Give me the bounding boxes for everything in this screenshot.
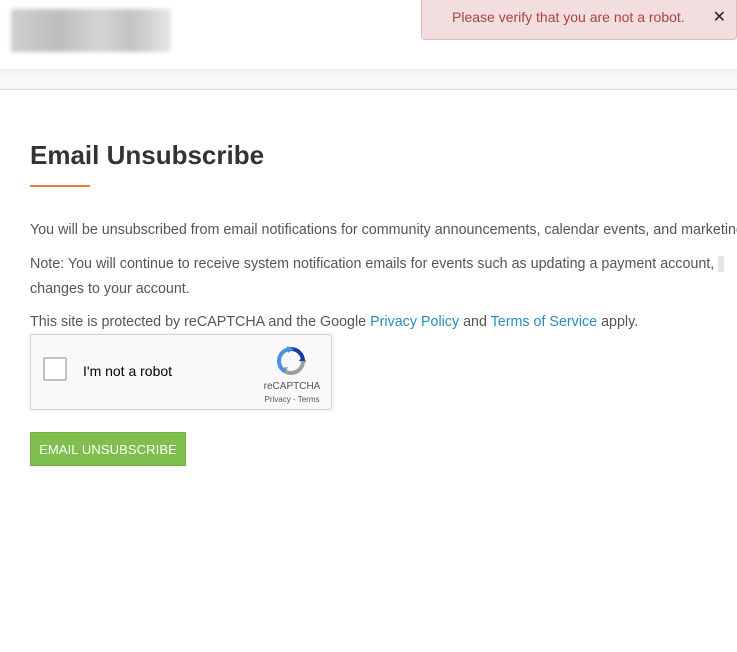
- main-content: Email Unsubscribe: [30, 138, 737, 187]
- site-logo[interactable]: [11, 9, 171, 52]
- system-email-note: Note: You will continue to receive syste…: [30, 254, 725, 274]
- recaptcha-checkbox-label: I'm not a robot: [83, 363, 173, 379]
- recaptcha-brand: reCAPTCHA: [263, 381, 321, 392]
- recaptcha-logo-icon: [277, 346, 306, 375]
- recaptcha-widget: I'm not a robot reCAPTCHA Privacy - Term…: [30, 334, 332, 410]
- header-divider-bar: [0, 69, 737, 90]
- page: Please verify that you are not a robot. …: [0, 0, 737, 652]
- close-icon[interactable]: ✕: [713, 9, 726, 27]
- email-unsubscribe-button[interactable]: EMAIL UNSUBSCRIBE: [30, 432, 186, 466]
- site-header: Please verify that you are not a robot. …: [0, 0, 737, 70]
- not-a-robot-checkbox[interactable]: [43, 357, 67, 381]
- page-title: Email Unsubscribe: [30, 140, 265, 170]
- system-email-note-line1: Note: You will continue to receive syste…: [30, 256, 715, 272]
- alert-message: Please verify that you are not a robot.: [452, 9, 685, 25]
- recaptcha-notice-prefix: This site is protected by reCAPTCHA and …: [30, 314, 371, 330]
- recaptcha-notice-middle: and: [459, 314, 491, 330]
- recaptcha-notice-suffix: apply.: [597, 314, 639, 330]
- recaptcha-notice: This site is protected by reCAPTCHA and …: [30, 312, 638, 332]
- error-alert: Please verify that you are not a robot. …: [421, 0, 737, 40]
- title-underline: [30, 185, 90, 187]
- recaptcha-terms-links[interactable]: Privacy - Terms: [257, 395, 327, 404]
- redacted-text: [718, 256, 725, 273]
- system-email-note-line2: changes to your account.: [30, 281, 190, 297]
- terms-of-service-link[interactable]: Terms of Service: [491, 314, 597, 330]
- unsubscribe-description: You will be unsubscribed from email noti…: [30, 222, 737, 238]
- privacy-policy-link[interactable]: Privacy Policy: [370, 314, 459, 330]
